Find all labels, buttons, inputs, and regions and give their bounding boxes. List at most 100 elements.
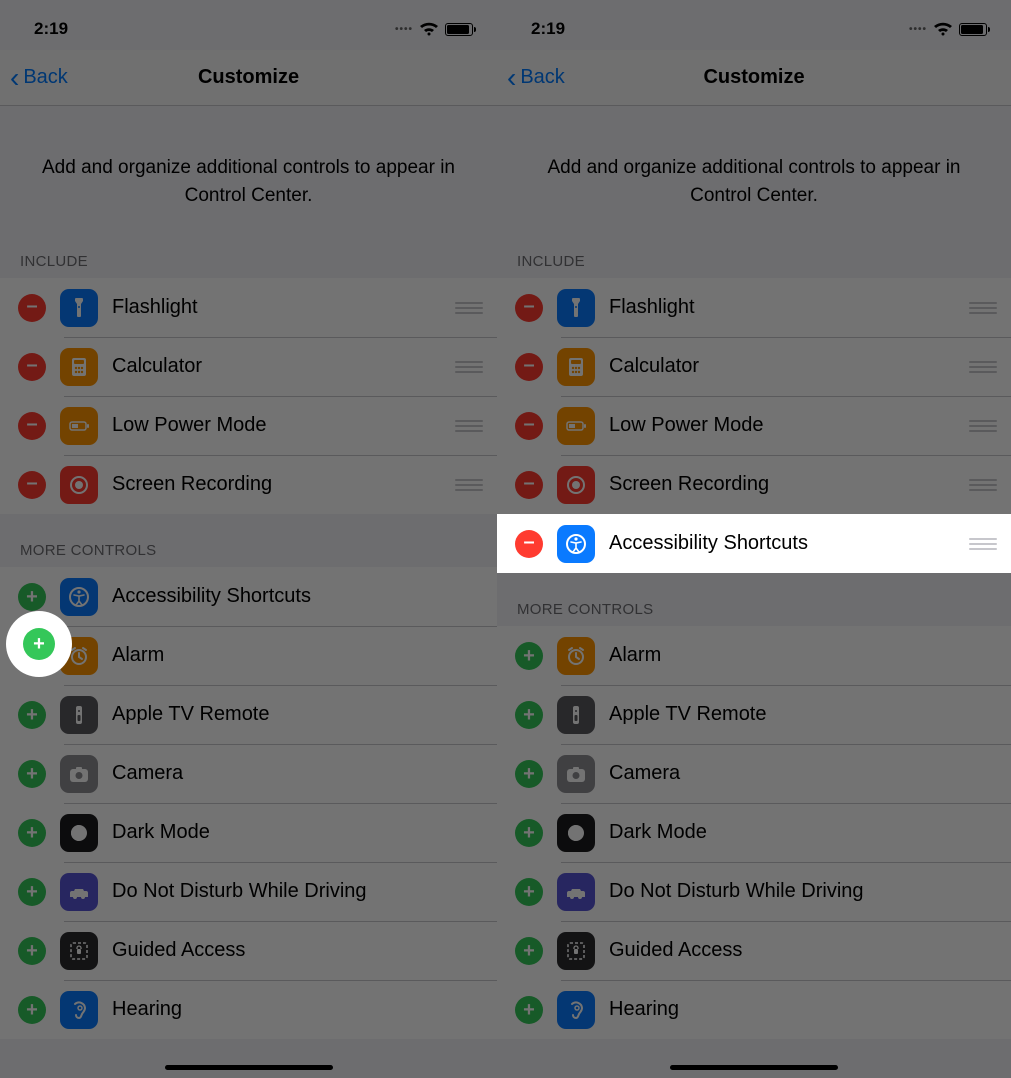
more-controls-list: +Alarm+Apple TV Remote+Camera+Dark Mode+… xyxy=(497,626,1011,1039)
control-row[interactable]: + Hearing xyxy=(0,980,497,1039)
control-row[interactable]: + Apple TV Remote xyxy=(0,685,497,744)
plus-icon: + xyxy=(26,941,38,961)
drag-handle-icon[interactable] xyxy=(969,534,997,554)
control-label: Low Power Mode xyxy=(609,414,969,437)
control-label: Dark Mode xyxy=(609,821,997,844)
add-button[interactable]: + xyxy=(515,642,543,670)
control-row[interactable]: – Screen Recording xyxy=(497,455,1011,514)
control-row[interactable]: +Dark Mode xyxy=(0,803,497,862)
control-row[interactable]: +Hearing xyxy=(497,980,1011,1039)
nav-bar: ‹ Back Customize xyxy=(497,50,1011,106)
home-indicator[interactable] xyxy=(670,1065,838,1070)
remove-button[interactable]: – xyxy=(515,294,543,322)
control-label: Calculator xyxy=(609,355,969,378)
control-row[interactable]: – Calculator xyxy=(497,337,1011,396)
drag-handle-icon[interactable] xyxy=(969,357,997,377)
calculator-icon xyxy=(557,348,595,386)
remove-button[interactable]: – xyxy=(515,412,543,440)
remove-button[interactable]: – xyxy=(18,471,46,499)
back-button[interactable]: ‹ Back xyxy=(497,64,565,92)
status-bar: 2:19 •••• xyxy=(0,0,497,50)
control-label: Flashlight xyxy=(609,296,969,319)
control-row[interactable]: –Accessibility Shortcuts xyxy=(497,514,1011,573)
control-row[interactable]: +Guided Access xyxy=(497,921,1011,980)
add-button[interactable]: + xyxy=(515,819,543,847)
control-row[interactable]: +Accessibility Shortcuts xyxy=(0,567,497,626)
control-row[interactable]: – Flashlight xyxy=(497,278,1011,337)
control-row[interactable]: +Alarm xyxy=(497,626,1011,685)
add-button[interactable]: + xyxy=(18,819,46,847)
add-button[interactable]: + xyxy=(18,701,46,729)
hearing-icon xyxy=(557,991,595,1029)
plus-icon: + xyxy=(26,587,38,607)
section-header-more: MORE CONTROLS xyxy=(497,573,1011,626)
add-button[interactable]: + xyxy=(515,996,543,1024)
status-bar: 2:19 •••• xyxy=(497,0,1011,50)
status-time: 2:19 xyxy=(531,19,565,39)
add-button[interactable]: + xyxy=(515,878,543,906)
drag-handle-icon[interactable] xyxy=(455,416,483,436)
add-button[interactable]: + xyxy=(18,937,46,965)
flashlight-icon xyxy=(557,289,595,327)
remove-button[interactable]: – xyxy=(18,412,46,440)
control-label: Screen Recording xyxy=(609,473,969,496)
control-row[interactable]: +Do Not Disturb While Driving xyxy=(497,862,1011,921)
control-row[interactable]: +Alarm xyxy=(0,626,497,685)
darkmode-icon xyxy=(60,814,98,852)
control-label: Hearing xyxy=(112,998,483,1021)
access-icon xyxy=(557,525,595,563)
control-row[interactable]: – Low Power Mode xyxy=(497,396,1011,455)
add-button[interactable]: + xyxy=(515,937,543,965)
add-button[interactable]: + xyxy=(515,760,543,788)
page-title: Customize xyxy=(0,66,497,89)
control-row[interactable]: –Screen Recording xyxy=(0,455,497,514)
drag-handle-icon[interactable] xyxy=(455,475,483,495)
page-title: Customize xyxy=(497,66,1011,89)
dnd-icon xyxy=(557,873,595,911)
back-button[interactable]: ‹ Back xyxy=(0,64,68,92)
control-row[interactable]: +Do Not Disturb While Driving xyxy=(0,862,497,921)
control-row[interactable]: + Dark Mode xyxy=(497,803,1011,862)
drag-handle-icon[interactable] xyxy=(969,298,997,318)
control-row[interactable]: +Apple TV Remote xyxy=(497,685,1011,744)
add-button[interactable]: + xyxy=(18,878,46,906)
camera-icon xyxy=(557,755,595,793)
minus-icon: – xyxy=(26,355,37,375)
drag-handle-icon[interactable] xyxy=(455,357,483,377)
add-button[interactable]: + xyxy=(515,701,543,729)
wifi-icon xyxy=(419,22,439,36)
home-indicator[interactable] xyxy=(165,1065,333,1070)
section-header-include: INCLUDE xyxy=(497,243,1011,278)
drag-handle-icon[interactable] xyxy=(969,475,997,495)
description-text: Add and organize additional controls to … xyxy=(0,106,497,243)
guided-icon xyxy=(557,932,595,970)
minus-icon: – xyxy=(523,473,534,493)
control-label: Camera xyxy=(112,762,483,785)
control-row[interactable]: + Camera xyxy=(0,744,497,803)
control-row[interactable]: –Flashlight xyxy=(0,278,497,337)
remove-button[interactable]: – xyxy=(18,353,46,381)
include-list: –Flashlight–Calculator–Low Power Mode–Sc… xyxy=(0,278,497,514)
add-button[interactable]: + xyxy=(18,583,46,611)
plus-icon: + xyxy=(523,823,535,843)
drag-handle-icon[interactable] xyxy=(455,298,483,318)
control-label: Apple TV Remote xyxy=(112,703,483,726)
remove-button[interactable]: – xyxy=(18,294,46,322)
remove-button[interactable]: – xyxy=(515,353,543,381)
add-button[interactable]: + xyxy=(23,628,55,660)
status-time: 2:19 xyxy=(34,19,68,39)
lowpower-icon xyxy=(60,407,98,445)
add-button[interactable]: + xyxy=(18,996,46,1024)
drag-handle-icon[interactable] xyxy=(969,416,997,436)
remove-button[interactable]: – xyxy=(515,471,543,499)
minus-icon: – xyxy=(523,355,534,375)
control-row[interactable]: +Camera xyxy=(497,744,1011,803)
add-button[interactable]: + xyxy=(18,760,46,788)
control-row[interactable]: +Guided Access xyxy=(0,921,497,980)
control-row[interactable]: –Calculator xyxy=(0,337,497,396)
flashlight-icon xyxy=(60,289,98,327)
right-screenshot: 2:19 •••• ‹ Back Customize Add and organ… xyxy=(497,0,1011,1078)
remove-button[interactable]: – xyxy=(515,530,543,558)
plus-icon: + xyxy=(33,634,45,654)
control-row[interactable]: –Low Power Mode xyxy=(0,396,497,455)
